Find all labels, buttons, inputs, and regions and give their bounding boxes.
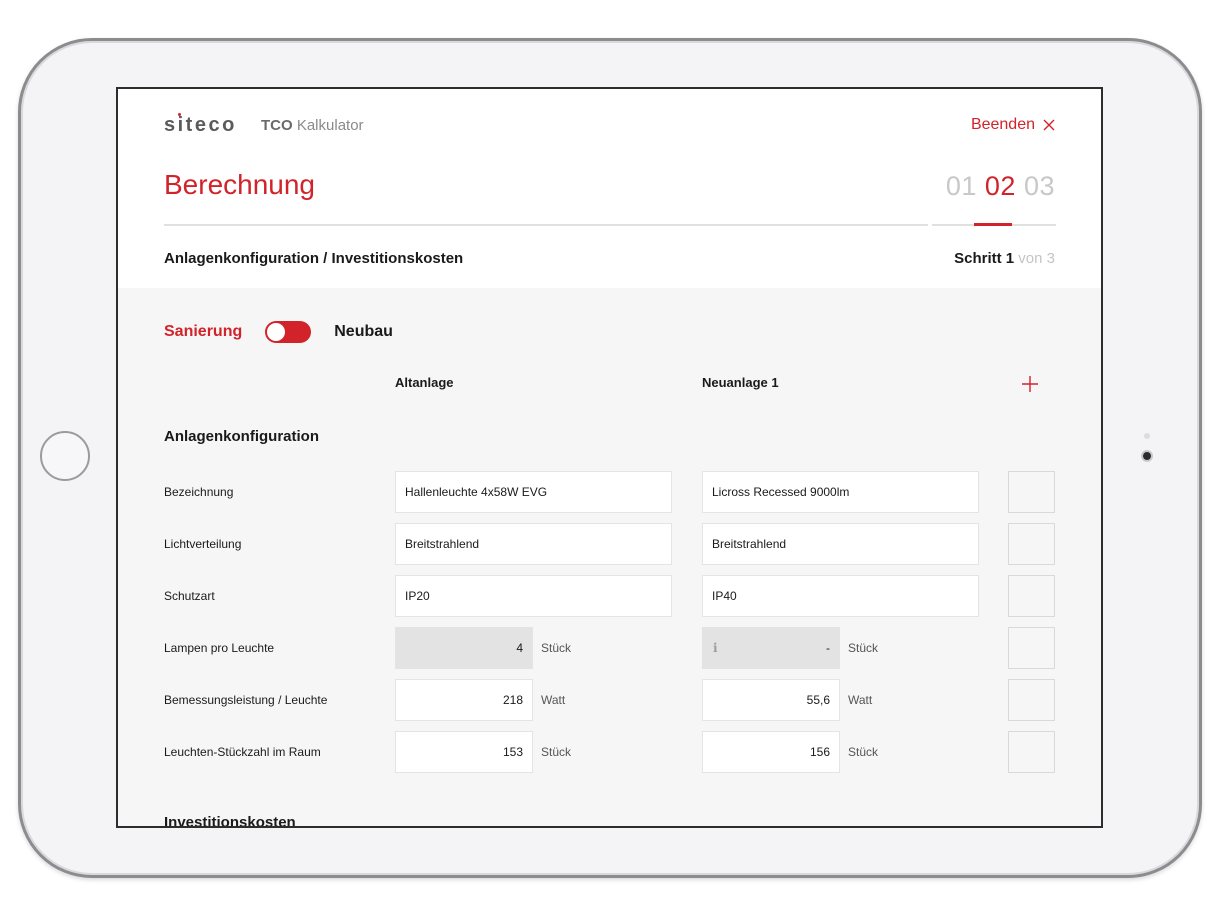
old-stueckzahl-input[interactable]: 153	[395, 731, 533, 773]
form-row-bemessungsleistung: Bemessungsleistung / Leuchte 218 Watt 55…	[118, 679, 1101, 721]
form-row-schutzart: Schutzart IP20 IP40	[118, 575, 1101, 617]
new-lampen-input: i -	[702, 627, 840, 669]
title-divider	[164, 224, 928, 226]
light-sensor	[1144, 433, 1150, 439]
section-title-config: Anlagenkonfiguration	[164, 428, 319, 445]
step-02[interactable]: 02	[985, 171, 1016, 202]
exit-button[interactable]: Beenden	[971, 116, 1055, 134]
row-label: Leuchten-Stückzahl im Raum	[164, 745, 321, 759]
column-header-old: Altanlage	[395, 375, 454, 390]
info-icon[interactable]: i	[713, 641, 718, 655]
home-button[interactable]	[40, 431, 90, 481]
row-label: Lichtverteilung	[164, 537, 242, 551]
active-step-underline	[974, 223, 1012, 226]
row-label: Lampen pro Leuchte	[164, 641, 275, 655]
row-checkbox[interactable]	[1008, 575, 1055, 617]
new-leistung-input[interactable]: 55,6	[702, 679, 840, 721]
row-checkbox[interactable]	[1008, 627, 1055, 669]
section-title-invest: Investitionskosten	[164, 814, 296, 828]
old-schutzart-input[interactable]: IP20	[395, 575, 672, 617]
row-label: Bezeichnung	[164, 485, 234, 499]
close-icon	[1043, 119, 1055, 131]
toggle-label-neubau[interactable]: Neubau	[334, 323, 393, 341]
page-title: Berechnung	[164, 169, 316, 200]
old-bezeichnung-input[interactable]: Hallenleuchte 4x58W EVG	[395, 471, 672, 513]
step-indicator: 01 02 03	[946, 171, 1055, 202]
step-03[interactable]: 03	[1024, 171, 1055, 202]
unit-label: Stück	[848, 641, 879, 655]
siteco-logo: siteco	[164, 113, 237, 136]
project-type-toggle-row: Sanierung Neubau	[164, 321, 393, 343]
form-row-bezeichnung: Bezeichnung Hallenleuchte 4x58W EVG Licr…	[118, 471, 1101, 513]
row-checkbox[interactable]	[1008, 523, 1055, 565]
row-checkbox[interactable]	[1008, 731, 1055, 773]
plus-icon[interactable]	[1020, 374, 1040, 394]
form-row-lichtverteilung: Lichtverteilung Breitstrahlend Breitstra…	[118, 523, 1101, 565]
old-leistung-input[interactable]: 218	[395, 679, 533, 721]
toggle-label-sanierung[interactable]: Sanierung	[164, 323, 242, 341]
new-lichtverteilung-input[interactable]: Breitstrahlend	[702, 523, 979, 565]
row-label: Bemessungsleistung / Leuchte	[164, 693, 328, 707]
new-bezeichnung-input[interactable]: Licross Recessed 9000lm	[702, 471, 979, 513]
unit-label: Stück	[848, 745, 879, 759]
row-checkbox[interactable]	[1008, 471, 1055, 513]
camera	[1141, 450, 1153, 462]
step-01[interactable]: 01	[946, 171, 977, 202]
new-stueckzahl-input[interactable]: 156	[702, 731, 840, 773]
step-counter: Schritt 1 von 3	[954, 250, 1055, 267]
switch-knob	[267, 323, 286, 341]
app-name: TCO Kalkulator	[261, 117, 364, 134]
app-screen: siteco TCO Kalkulator Beenden Berechnung…	[116, 87, 1103, 828]
unit-label: Watt	[541, 693, 566, 707]
header: siteco TCO Kalkulator Beenden Berechnung…	[118, 89, 1101, 288]
unit-label: Watt	[848, 693, 873, 707]
row-checkbox[interactable]	[1008, 679, 1055, 721]
form-content: Sanierung Neubau Altanlage Neuanlage 1 A…	[118, 288, 1101, 828]
form-row-stueckzahl: Leuchten-Stückzahl im Raum 153 Stück 156…	[118, 731, 1101, 773]
column-header-new: Neuanlage 1	[702, 375, 779, 390]
exit-label: Beenden	[970, 116, 1035, 133]
section-subtitle: Anlagenkonfiguration / Investitionskoste…	[164, 250, 464, 267]
new-lampen-value: -	[826, 641, 830, 655]
form-row-lampen: Lampen pro Leuchte 4 Stück i - Stück	[118, 627, 1101, 669]
old-lichtverteilung-input[interactable]: Breitstrahlend	[395, 523, 672, 565]
project-type-switch[interactable]	[265, 321, 312, 343]
unit-label: Stück	[541, 641, 572, 655]
unit-label: Stück	[541, 745, 572, 759]
old-lampen-input: 4	[395, 627, 533, 669]
new-schutzart-input[interactable]: IP40	[702, 575, 979, 617]
row-label: Schutzart	[164, 589, 215, 603]
